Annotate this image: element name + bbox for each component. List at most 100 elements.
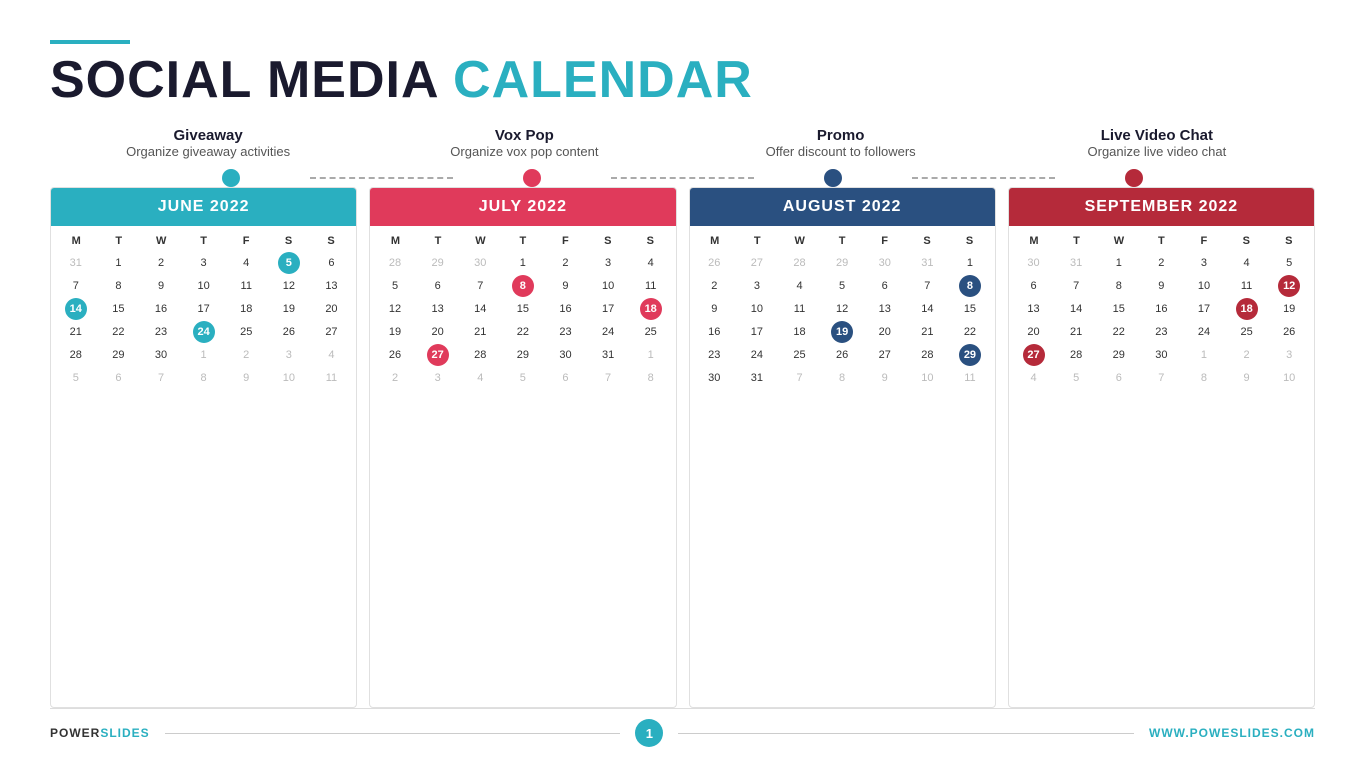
calendar-day: 28 (374, 252, 416, 274)
calendar-day: 13 (864, 298, 906, 320)
footer-line-left (165, 733, 621, 734)
calendar-day: 28 (779, 252, 821, 274)
calendar-day: 4 (630, 252, 672, 274)
calendar-day: 25 (630, 321, 672, 343)
calendar-day: 5 (55, 367, 97, 389)
calendar-day: 27 (1023, 344, 1045, 366)
calendar-day: 18 (1236, 298, 1258, 320)
calendar-day: 18 (779, 321, 821, 343)
calendar-day: 3 (736, 275, 778, 297)
calendar-july: JULY 2022MTWTFSS282930123456789101112131… (369, 187, 676, 708)
calendar-day: 28 (55, 344, 97, 366)
weekday-label: W (140, 232, 182, 250)
weekday-label: S (267, 232, 309, 250)
calendar-day: 2 (140, 252, 182, 274)
calendar-day: 26 (1268, 321, 1310, 343)
calendar-day: 6 (1098, 367, 1140, 389)
calendar-day: 19 (831, 321, 853, 343)
calendar-august: AUGUST 2022MTWTFSS2627282930311234567891… (689, 187, 996, 708)
footer-page-num: 1 (635, 719, 663, 747)
category-desc-vox-pop: Organize vox pop content (366, 144, 682, 159)
page-container: SOCIAL MEDIA CALENDAR Giveaway Organize … (0, 0, 1365, 767)
calendar-day: 10 (1268, 367, 1310, 389)
calendar-day: 24 (193, 321, 215, 343)
calendar-day: 19 (1268, 298, 1310, 320)
calendar-day: 15 (1098, 298, 1140, 320)
calendar-day: 4 (1013, 367, 1055, 389)
calendar-day: 10 (268, 367, 310, 389)
category-promo: Promo Offer discount to followers (683, 127, 999, 159)
calendar-day: 4 (311, 344, 353, 366)
calendar-day: 30 (864, 252, 906, 274)
timeline-dot-3 (1125, 169, 1143, 187)
calendar-day: 7 (55, 275, 97, 297)
calendar-day: 21 (459, 321, 501, 343)
calendar-day: 30 (459, 252, 501, 274)
category-desc-live-video: Organize live video chat (999, 144, 1315, 159)
calendar-body-september: MTWTFSS303112345678910111213141516171819… (1009, 226, 1314, 707)
calendar-day: 6 (545, 367, 587, 389)
timeline-line-1 (310, 177, 452, 179)
calendar-day: 2 (1141, 252, 1183, 274)
calendar-day: 5 (502, 367, 544, 389)
footer-brand-accent: SLIDES (100, 726, 149, 740)
timeline-segment-0 (80, 169, 302, 187)
calendar-day: 7 (907, 275, 949, 297)
calendar-day: 7 (459, 275, 501, 297)
calendar-header-july: JULY 2022 (370, 188, 675, 226)
calendar-day: 27 (311, 321, 353, 343)
timeline-dot-2 (824, 169, 842, 187)
weekday-label: M (374, 232, 416, 250)
calendar-day: 9 (225, 367, 267, 389)
calendar-day: 21 (907, 321, 949, 343)
category-title-vox-pop: Vox Pop (366, 127, 682, 144)
calendar-day: 9 (1226, 367, 1268, 389)
weekday-label: S (587, 232, 629, 250)
weekday-label: S (629, 232, 671, 250)
calendar-day: 11 (225, 275, 267, 297)
category-title-promo: Promo (683, 127, 999, 144)
calendar-day: 9 (140, 275, 182, 297)
calendar-day: 23 (694, 344, 736, 366)
calendar-day: 12 (1278, 275, 1300, 297)
timeline-row (50, 169, 1315, 187)
calendar-day: 3 (1183, 252, 1225, 274)
weekday-label: M (1013, 232, 1055, 250)
calendar-day: 1 (630, 344, 672, 366)
calendar-day: 2 (374, 367, 416, 389)
calendar-day: 20 (417, 321, 459, 343)
calendar-day: 25 (225, 321, 267, 343)
calendar-day: 13 (417, 298, 459, 320)
weekday-label: W (459, 232, 501, 250)
weekday-label: T (821, 232, 863, 250)
calendar-day: 24 (1183, 321, 1225, 343)
calendar-day: 13 (311, 275, 353, 297)
calendar-day: 31 (1055, 252, 1097, 274)
calendar-day: 7 (1055, 275, 1097, 297)
calendar-day: 26 (694, 252, 736, 274)
calendar-day: 10 (736, 298, 778, 320)
calendar-day: 2 (694, 275, 736, 297)
weekday-label: S (1225, 232, 1267, 250)
calendar-header-september: SEPTEMBER 2022 (1009, 188, 1314, 226)
calendar-day: 2 (1226, 344, 1268, 366)
calendar-day: 5 (1055, 367, 1097, 389)
calendar-day: 28 (907, 344, 949, 366)
calendar-day: 4 (459, 367, 501, 389)
calendar-day: 17 (183, 298, 225, 320)
footer-brand-dark: POWER (50, 726, 100, 740)
calendar-day: 24 (736, 344, 778, 366)
calendar-day: 28 (459, 344, 501, 366)
calendar-day: 6 (864, 275, 906, 297)
weekday-label: T (1140, 232, 1182, 250)
calendar-day: 8 (183, 367, 225, 389)
calendar-day: 20 (311, 298, 353, 320)
calendar-day: 26 (268, 321, 310, 343)
calendar-day: 11 (311, 367, 353, 389)
weekday-label: W (1098, 232, 1140, 250)
footer: POWERSLIDES 1 WWW.POWESLIDES.COM (50, 708, 1315, 747)
calendar-day: 29 (1098, 344, 1140, 366)
calendar-day: 27 (736, 252, 778, 274)
calendar-day: 5 (1268, 252, 1310, 274)
timeline-dot-0 (222, 169, 240, 187)
